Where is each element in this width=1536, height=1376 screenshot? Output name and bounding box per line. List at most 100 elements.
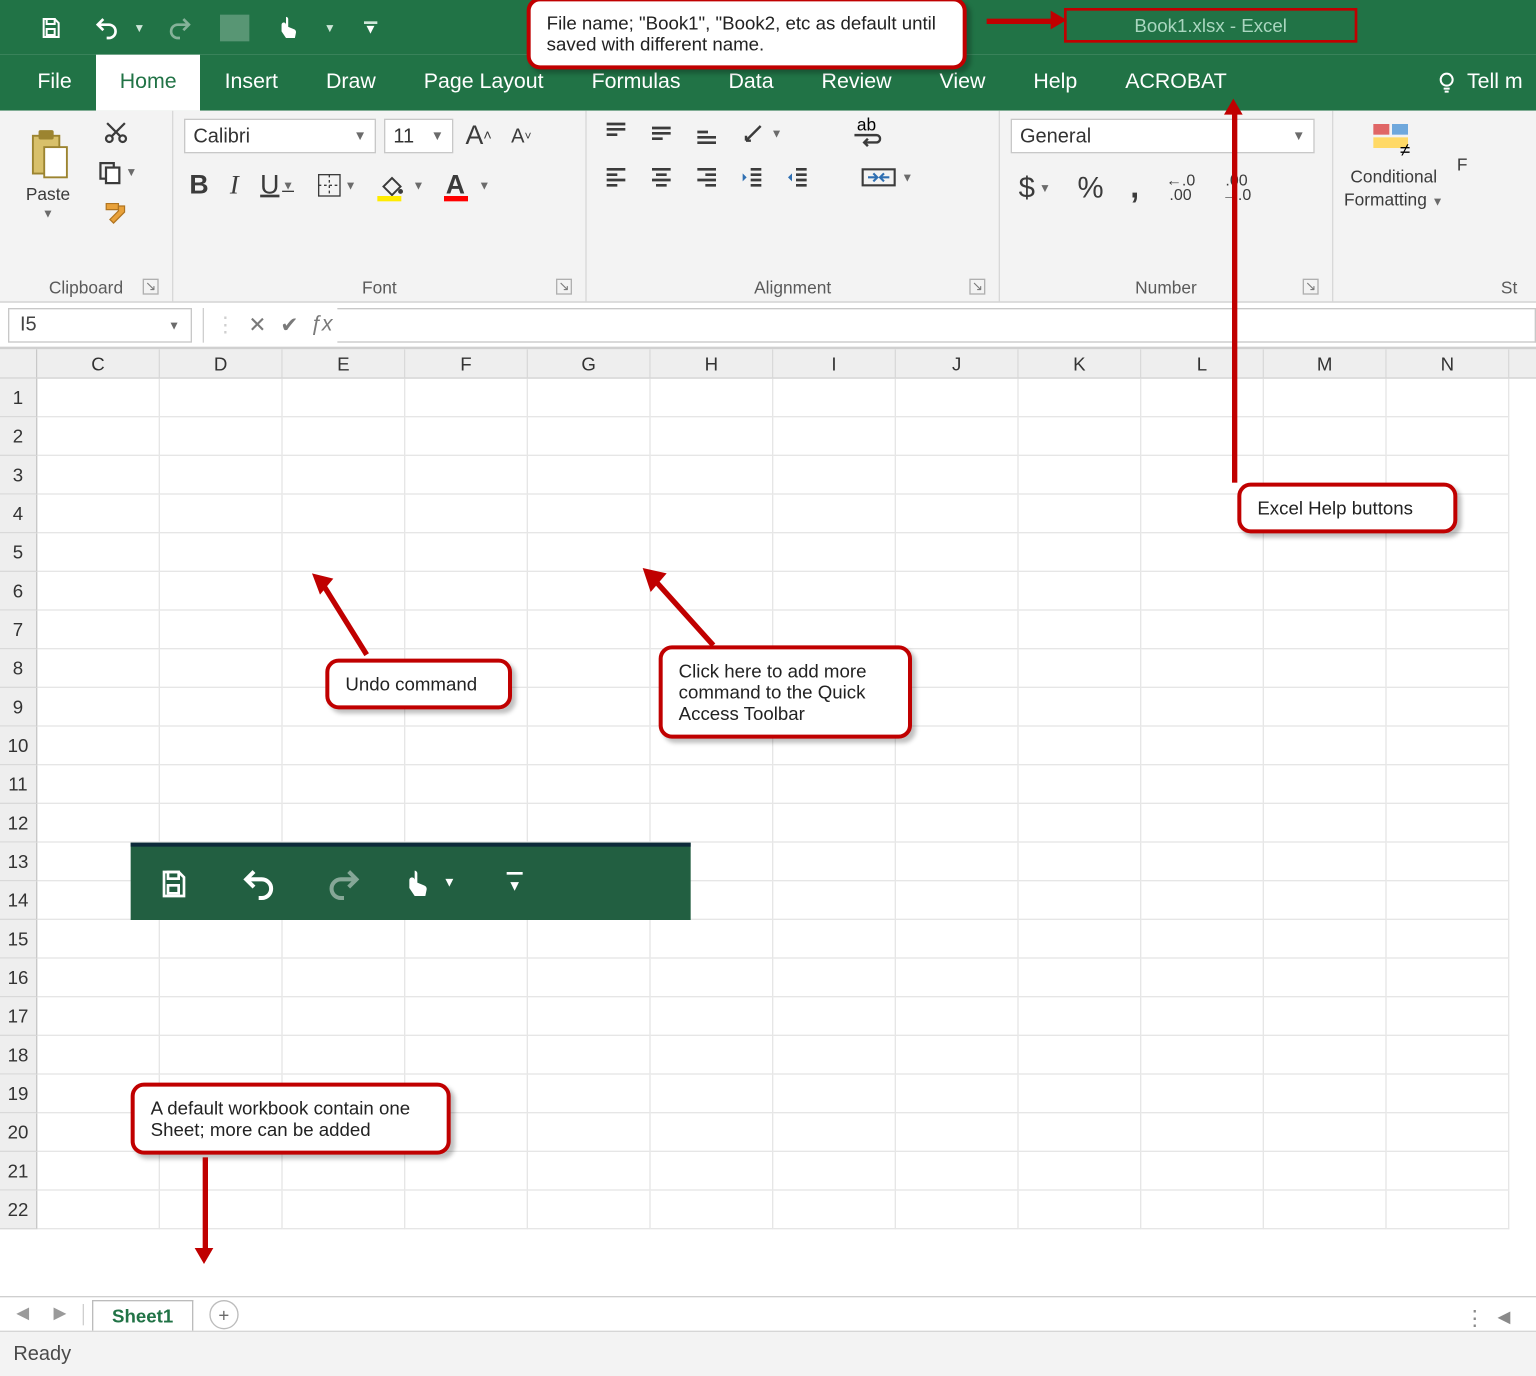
cell[interactable] xyxy=(405,727,528,766)
cell[interactable] xyxy=(405,1191,528,1230)
row-header[interactable]: 8 xyxy=(0,649,37,688)
cell[interactable] xyxy=(1019,533,1142,572)
cell[interactable] xyxy=(405,611,528,650)
cell[interactable] xyxy=(773,1113,896,1152)
cell[interactable] xyxy=(37,417,160,456)
cell[interactable] xyxy=(160,804,283,843)
cell[interactable] xyxy=(528,456,651,495)
cell[interactable] xyxy=(1387,843,1510,882)
cell[interactable] xyxy=(1141,379,1264,418)
tab-help[interactable]: Help xyxy=(1009,55,1101,111)
cell[interactable] xyxy=(773,997,896,1036)
cell[interactable] xyxy=(283,533,406,572)
cell[interactable] xyxy=(1387,379,1510,418)
cell[interactable] xyxy=(651,959,774,998)
cell[interactable] xyxy=(528,417,651,456)
cell[interactable] xyxy=(160,1152,283,1191)
cell[interactable] xyxy=(1264,727,1387,766)
cell[interactable] xyxy=(283,1152,406,1191)
cell[interactable] xyxy=(1141,688,1264,727)
cell[interactable] xyxy=(37,649,160,688)
add-sheet-button[interactable]: + xyxy=(209,1299,238,1328)
cell[interactable] xyxy=(405,379,528,418)
row-header[interactable]: 7 xyxy=(0,611,37,650)
cell[interactable] xyxy=(1141,1191,1264,1230)
scroll-left-icon[interactable]: ◄ xyxy=(1493,1307,1514,1331)
cell[interactable] xyxy=(528,533,651,572)
row-header[interactable]: 22 xyxy=(0,1191,37,1230)
col-header[interactable]: N xyxy=(1387,349,1510,377)
cell[interactable] xyxy=(528,611,651,650)
cell[interactable] xyxy=(405,804,528,843)
align-top-icon[interactable] xyxy=(603,120,630,147)
tab-file[interactable]: File xyxy=(13,55,95,111)
tab-insert[interactable]: Insert xyxy=(201,55,302,111)
comma-button[interactable]: , xyxy=(1130,169,1139,206)
cell[interactable] xyxy=(528,688,651,727)
cell[interactable] xyxy=(1387,572,1510,611)
cell[interactable] xyxy=(528,804,651,843)
cell[interactable] xyxy=(160,417,283,456)
cancel-icon[interactable]: ✕ xyxy=(241,307,273,342)
cell[interactable] xyxy=(1387,1036,1510,1075)
borders-button[interactable]: ▼ xyxy=(315,172,356,199)
cell[interactable] xyxy=(160,920,283,959)
indent-dec-icon[interactable] xyxy=(739,164,766,191)
cell[interactable] xyxy=(405,572,528,611)
cell[interactable] xyxy=(160,997,283,1036)
cell[interactable] xyxy=(528,920,651,959)
cell[interactable] xyxy=(1264,1191,1387,1230)
row-header[interactable]: 5 xyxy=(0,533,37,572)
cell[interactable] xyxy=(1264,1152,1387,1191)
cell[interactable] xyxy=(651,456,774,495)
cell[interactable] xyxy=(528,495,651,534)
cell[interactable] xyxy=(1019,649,1142,688)
font-size-select[interactable]: 11▼ xyxy=(384,119,453,154)
col-header[interactable]: L xyxy=(1141,349,1264,377)
cell[interactable] xyxy=(773,881,896,920)
cell[interactable] xyxy=(1387,1152,1510,1191)
cell[interactable] xyxy=(896,843,1019,882)
cell[interactable] xyxy=(1141,804,1264,843)
align-bottom-icon[interactable] xyxy=(693,120,720,147)
cell[interactable] xyxy=(405,533,528,572)
cell[interactable] xyxy=(1141,533,1264,572)
cell[interactable] xyxy=(528,959,651,998)
cell[interactable] xyxy=(1387,920,1510,959)
cell[interactable] xyxy=(1264,997,1387,1036)
cell[interactable] xyxy=(528,572,651,611)
cell[interactable] xyxy=(1264,1075,1387,1114)
copy-icon[interactable]: ▼ xyxy=(96,159,137,186)
cell[interactable] xyxy=(160,688,283,727)
cell[interactable] xyxy=(773,1075,896,1114)
row-header[interactable]: 18 xyxy=(0,1036,37,1075)
cell[interactable] xyxy=(1264,881,1387,920)
cell[interactable] xyxy=(37,920,160,959)
sheet-tab[interactable]: Sheet1 xyxy=(92,1299,193,1331)
cell[interactable] xyxy=(1141,727,1264,766)
cell[interactable] xyxy=(896,456,1019,495)
cell[interactable] xyxy=(896,1075,1019,1114)
cell[interactable] xyxy=(896,495,1019,534)
cell[interactable] xyxy=(773,1191,896,1230)
cell[interactable] xyxy=(1387,804,1510,843)
cell[interactable] xyxy=(405,997,528,1036)
cell[interactable] xyxy=(1387,649,1510,688)
cell[interactable] xyxy=(1019,572,1142,611)
enter-icon[interactable]: ✔ xyxy=(273,307,305,342)
shrink-font-icon[interactable]: A˅ xyxy=(504,125,539,148)
cell[interactable] xyxy=(773,765,896,804)
cell[interactable] xyxy=(1019,1075,1142,1114)
cell[interactable] xyxy=(283,1191,406,1230)
cell[interactable] xyxy=(1387,1191,1510,1230)
cell[interactable] xyxy=(405,1036,528,1075)
launcher-icon[interactable]: ↘ xyxy=(143,279,159,295)
cell[interactable] xyxy=(528,765,651,804)
cell[interactable] xyxy=(773,920,896,959)
col-header[interactable]: J xyxy=(896,349,1019,377)
cell[interactable] xyxy=(528,379,651,418)
cell[interactable] xyxy=(528,1075,651,1114)
tab-draw[interactable]: Draw xyxy=(302,55,400,111)
cell[interactable] xyxy=(1264,1036,1387,1075)
cell[interactable] xyxy=(651,1075,774,1114)
